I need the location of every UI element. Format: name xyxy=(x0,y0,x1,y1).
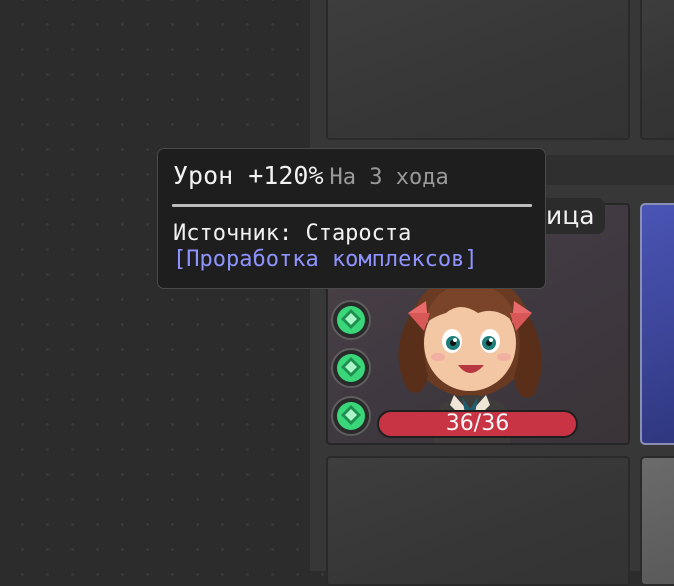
buff-tooltip: Урон +120% На 3 хода Источник: Староста [… xyxy=(157,148,546,289)
card-slot-bottom[interactable] xyxy=(326,456,630,586)
tooltip-divider xyxy=(172,204,532,207)
hp-bar: 36/36 xyxy=(377,410,578,438)
card-slot-top[interactable] xyxy=(326,0,630,140)
buff-slot-1[interactable] xyxy=(331,300,371,340)
card-slot-bottom-right[interactable] xyxy=(640,456,674,586)
tooltip-ability-link[interactable]: [Проработка комплексов] xyxy=(173,247,478,272)
green-gem-icon xyxy=(337,402,365,430)
tooltip-header: Урон +120% На 3 хода xyxy=(173,161,449,190)
tooltip-effect: Урон +120% xyxy=(173,161,324,190)
green-gem-icon xyxy=(337,306,365,334)
green-gem-icon xyxy=(337,354,365,382)
buff-slot-3[interactable] xyxy=(331,396,371,436)
blue-card[interactable] xyxy=(640,203,674,445)
tooltip-source: Источник: Староста xyxy=(173,221,412,246)
card-slot-top-right[interactable] xyxy=(640,0,674,140)
buff-slot-2[interactable] xyxy=(331,348,371,388)
tooltip-duration: На 3 хода xyxy=(329,165,449,190)
